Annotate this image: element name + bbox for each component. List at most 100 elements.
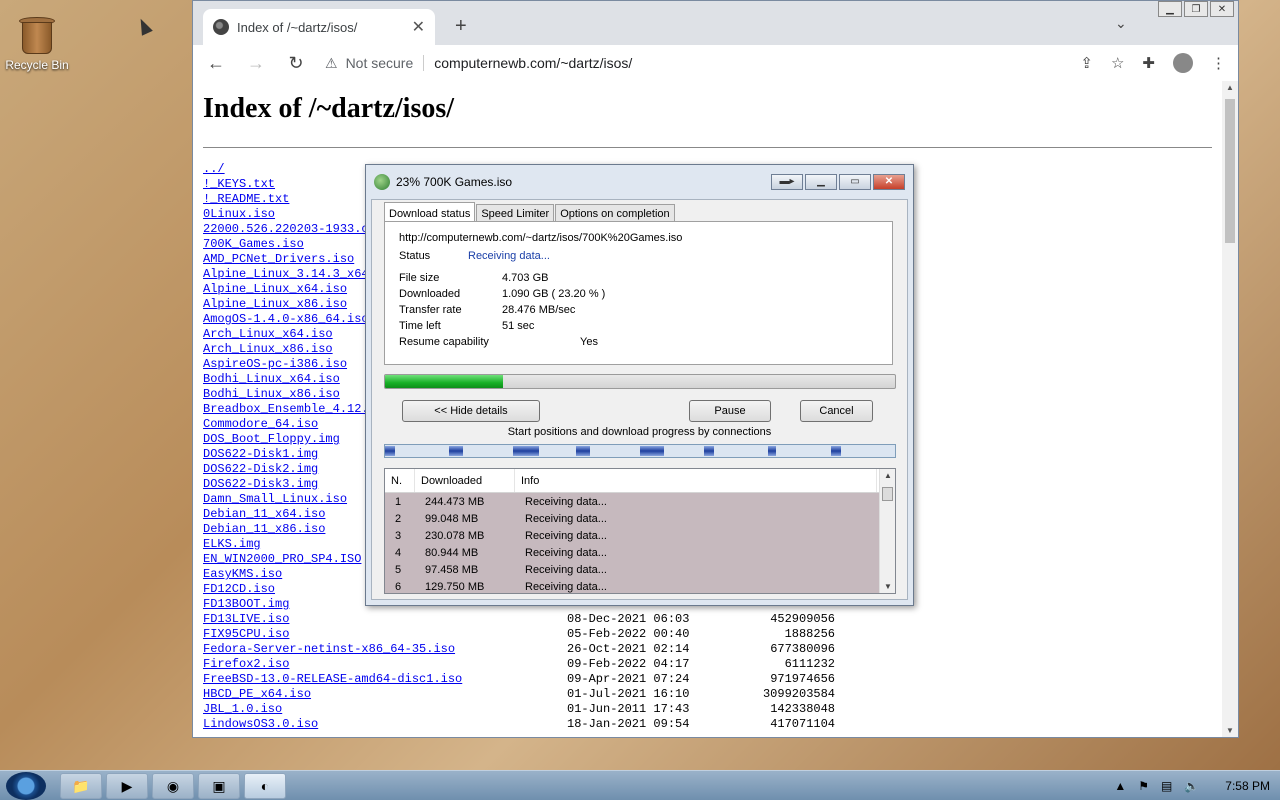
action-center-flag-icon[interactable]: ⚑: [1138, 779, 1149, 793]
file-link[interactable]: HBCD_PE_x64.iso: [203, 687, 567, 702]
list-item: FreeBSD-13.0-RELEASE-amd64-disc1.iso 09-A…: [203, 672, 1212, 687]
file-link[interactable]: JBL_1.0.iso: [203, 702, 567, 717]
warning-triangle-icon[interactable]: ⚠: [325, 55, 338, 72]
file-link[interactable]: FD13LIVE.iso: [203, 612, 567, 627]
conn-downloaded: 99.048 MB: [425, 512, 479, 525]
address-bar[interactable]: ⚠ Not secure computernewb.com/~dartz/iso…: [325, 55, 1062, 72]
scroll-down-arrow-icon[interactable]: ▼: [1226, 726, 1234, 735]
col-downloaded-header[interactable]: Downloaded: [415, 469, 515, 492]
conn-info: Receiving data...: [525, 580, 607, 593]
file-date: 08-Dec-2021 06:03: [567, 612, 690, 626]
table-row[interactable]: 5 97.458 MB Receiving data...: [385, 561, 895, 578]
dialog-minimize-button[interactable]: ▁: [805, 173, 837, 190]
browser-tab[interactable]: Index of /~dartz/isos/ ✕: [203, 9, 435, 45]
downloaded-label: Downloaded: [399, 288, 461, 300]
page-scrollbar[interactable]: ▲ ▼: [1222, 81, 1238, 737]
extensions-puzzle-icon[interactable]: ✚: [1142, 54, 1155, 72]
idm-globe-icon: [374, 173, 390, 190]
profile-avatar-icon[interactable]: [1173, 53, 1193, 73]
connection-segment: [703, 446, 714, 456]
conn-number: 5: [395, 563, 402, 576]
tray-expand-icon[interactable]: ▲: [1114, 779, 1126, 793]
page-heading: Index of /~dartz/isos/: [203, 93, 455, 124]
table-scroll-up-icon[interactable]: ▲: [884, 471, 892, 480]
list-item: LindowsOS3.0.iso 18-Jan-2021 09:54 4170711…: [203, 717, 1212, 732]
recycle-bin[interactable]: Recycle Bin: [4, 14, 70, 72]
file-date: 05-Feb-2022 00:40: [567, 627, 690, 641]
transfer-rate-label: Transfer rate: [399, 304, 462, 316]
reload-icon[interactable]: ↻: [285, 53, 307, 74]
scrollbar-thumb[interactable]: [1225, 99, 1235, 243]
virtualbox-taskbar-icon[interactable]: ▣: [198, 773, 240, 799]
bookmark-star-icon[interactable]: ☆: [1111, 54, 1124, 72]
conn-number: 6: [395, 580, 402, 593]
new-tab-icon[interactable]: +: [455, 15, 467, 38]
file-date: 01-Jul-2021 16:10: [567, 687, 690, 701]
maximize-button[interactable]: ❐: [1184, 1, 1208, 17]
file-date: 18-Jan-2021 09:54: [567, 717, 690, 731]
share-icon[interactable]: ⇪: [1080, 54, 1093, 72]
connections-label: Start positions and download progress by…: [507, 426, 772, 438]
list-item: JBL_1.0.iso 01-Jun-2011 17:43 142338048: [203, 702, 1212, 717]
system-tray: ▲ ⚑ ▤ 🔈 7:58 PM: [1114, 771, 1270, 800]
pause-button[interactable]: Pause: [689, 400, 771, 422]
list-item: Fedora-Server-netinst-x86_64-35.iso 26-Oc…: [203, 642, 1212, 657]
file-link[interactable]: Firefox2.iso: [203, 657, 567, 672]
status-value: Receiving data...: [468, 250, 550, 262]
media-player-taskbar-icon[interactable]: ▶: [106, 773, 148, 799]
connection-segment: [448, 446, 463, 456]
conn-info: Receiving data...: [525, 546, 607, 559]
tab-download-status[interactable]: Download status: [384, 202, 476, 223]
dialog-maximize-button[interactable]: ▭: [839, 173, 871, 190]
url-text[interactable]: computernewb.com/~dartz/isos/: [434, 55, 632, 71]
minimize-button[interactable]: ▁: [1158, 1, 1182, 17]
forward-arrow-icon[interactable]: →: [245, 53, 267, 74]
chrome-taskbar-icon[interactable]: ◉: [152, 773, 194, 799]
table-scroll-down-icon[interactable]: ▼: [884, 582, 892, 591]
table-row[interactable]: 4 80.944 MB Receiving data...: [385, 544, 895, 561]
security-label[interactable]: Not secure: [346, 55, 425, 71]
conn-downloaded: 97.458 MB: [425, 563, 479, 576]
start-button[interactable]: [6, 772, 46, 800]
dialog-title: 23% 700K Games.iso: [396, 174, 513, 189]
menu-kebab-icon[interactable]: ⋮: [1211, 54, 1226, 72]
browser-toolbar: ← → ↻ ⚠ Not secure computernewb.com/~dar…: [193, 45, 1238, 81]
conn-downloaded: 244.473 MB: [425, 495, 485, 508]
table-scroll-thumb[interactable]: [882, 487, 893, 501]
dialog-arrow-button[interactable]: ▬▸: [771, 173, 803, 190]
close-window-button[interactable]: ✕: [1210, 1, 1234, 17]
table-scrollbar[interactable]: ▲ ▼: [879, 469, 895, 593]
dialog-close-button[interactable]: ✕: [873, 173, 905, 190]
col-info-header[interactable]: Info: [515, 469, 877, 492]
close-tab-icon[interactable]: ✕: [412, 17, 425, 37]
table-row[interactable]: 1 244.473 MB Receiving data...: [385, 493, 895, 510]
file-link[interactable]: FIX95CPU.iso: [203, 627, 567, 642]
back-arrow-icon[interactable]: ←: [205, 53, 227, 74]
tab-search-chevron-icon[interactable]: ⌄: [1115, 15, 1127, 32]
table-header: N. Downloaded Info: [385, 469, 895, 493]
network-icon[interactable]: ▤: [1161, 779, 1172, 793]
dialog-titlebar[interactable]: 23% 700K Games.iso ▬▸ ▁ ▭ ✕: [366, 165, 913, 198]
conn-downloaded: 230.078 MB: [425, 529, 485, 542]
file-link[interactable]: FreeBSD-13.0-RELEASE-amd64-disc1.iso: [203, 672, 567, 687]
file-date: 01-Jun-2011 17:43: [567, 702, 690, 716]
idm-taskbar-icon[interactable]: ◐: [244, 773, 286, 799]
col-n-header[interactable]: N.: [385, 469, 415, 492]
table-row[interactable]: 2 99.048 MB Receiving data...: [385, 510, 895, 527]
hide-details-button[interactable]: << Hide details: [402, 400, 540, 422]
file-link[interactable]: LindowsOS3.0.iso: [203, 717, 567, 732]
scroll-up-arrow-icon[interactable]: ▲: [1226, 83, 1234, 92]
table-row[interactable]: 3 230.078 MB Receiving data...: [385, 527, 895, 544]
table-row[interactable]: 6 129.750 MB Receiving data...: [385, 578, 895, 593]
volume-icon[interactable]: 🔈: [1184, 779, 1199, 793]
conn-downloaded: 129.750 MB: [425, 580, 485, 593]
conn-info: Receiving data...: [525, 529, 607, 542]
divider: [203, 147, 1212, 148]
file-link[interactable]: Fedora-Server-netinst-x86_64-35.iso: [203, 642, 567, 657]
connections-table: N. Downloaded Info 1 244.473 MB Receiving …: [384, 468, 896, 594]
dialog-body: Download status Speed Limiter Options on…: [371, 199, 908, 600]
explorer-taskbar-icon[interactable]: 📁: [60, 773, 102, 799]
clock[interactable]: 7:58 PM: [1211, 779, 1270, 793]
cancel-button[interactable]: Cancel: [800, 400, 873, 422]
file-size: 677380096: [770, 642, 835, 656]
